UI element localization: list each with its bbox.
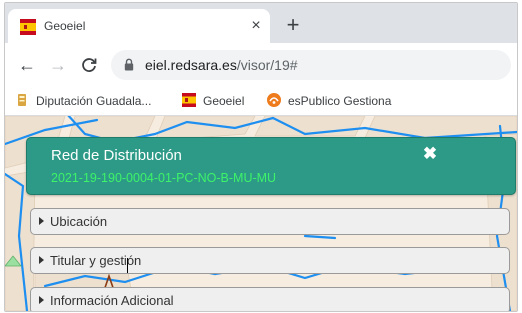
- tab-title: Geoeiel: [44, 19, 86, 33]
- spain-flag-icon: [182, 93, 196, 107]
- caret-right-icon: [39, 217, 44, 225]
- spain-flag-icon: [20, 19, 36, 35]
- bookmark-label: Diputación Guadala...: [36, 94, 152, 108]
- tab-close-icon[interactable]: ×: [244, 14, 268, 38]
- lock-icon: [124, 58, 134, 71]
- section-informacion-adicional[interactable]: Información Adicional: [30, 287, 510, 311]
- section-ubicacion[interactable]: Ubicación: [30, 208, 510, 235]
- feature-info-header: Red de Distribución 2021-19-190-0004-01-…: [26, 137, 516, 195]
- espublico-icon: [267, 93, 281, 107]
- bookmark-label: esPublico Gestiona: [288, 94, 392, 108]
- map-viewer[interactable]: Red de Distribución 2021-19-190-0004-01-…: [5, 116, 517, 311]
- url-host: eiel.redsara.es: [145, 57, 237, 73]
- forward-arrow-icon[interactable]: →: [46, 53, 70, 77]
- browser-window: Geoeiel × + ← → eiel.redsara.es/visor/19…: [4, 2, 518, 312]
- text-cursor-icon: [127, 258, 128, 273]
- url-text: eiel.redsara.es/visor/19#: [145, 57, 298, 73]
- close-icon[interactable]: ✖: [420, 144, 440, 164]
- panel-title: Red de Distribución: [51, 147, 182, 164]
- reload-icon-glyph: [82, 58, 97, 72]
- reload-icon[interactable]: [77, 53, 101, 77]
- back-arrow-icon[interactable]: ←: [15, 53, 39, 77]
- bookmarks-bar: Diputación Guadala... Geoeiel esPublico …: [5, 87, 517, 116]
- bookmark-geoeiel[interactable]: Geoeiel: [182, 92, 244, 110]
- section-label: Ubicación: [50, 214, 108, 229]
- new-tab-icon[interactable]: +: [281, 14, 305, 38]
- bookmark-espublico[interactable]: esPublico Gestiona: [267, 92, 391, 110]
- url-path: /visor/19#: [236, 57, 298, 73]
- tab-strip: Geoeiel × +: [5, 3, 517, 43]
- feature-code: 2021-19-190-0004-01-PC-NO-B-MU-MU: [51, 171, 277, 185]
- bookmark-page-icon: [18, 94, 26, 106]
- section-titular-gestion[interactable]: Titular y gestión: [30, 247, 510, 274]
- bookmark-label: Geoeiel: [203, 94, 245, 108]
- address-bar[interactable]: eiel.redsara.es/visor/19#: [111, 50, 511, 80]
- caret-right-icon: [39, 296, 44, 304]
- caret-right-icon: [39, 256, 44, 264]
- tab-geoeiel[interactable]: Geoeiel ×: [8, 9, 270, 43]
- section-label: Información Adicional: [50, 293, 174, 308]
- browser-toolbar: ← → eiel.redsara.es/visor/19#: [5, 43, 517, 87]
- bookmark-diputacion[interactable]: Diputación Guadala...: [15, 92, 151, 110]
